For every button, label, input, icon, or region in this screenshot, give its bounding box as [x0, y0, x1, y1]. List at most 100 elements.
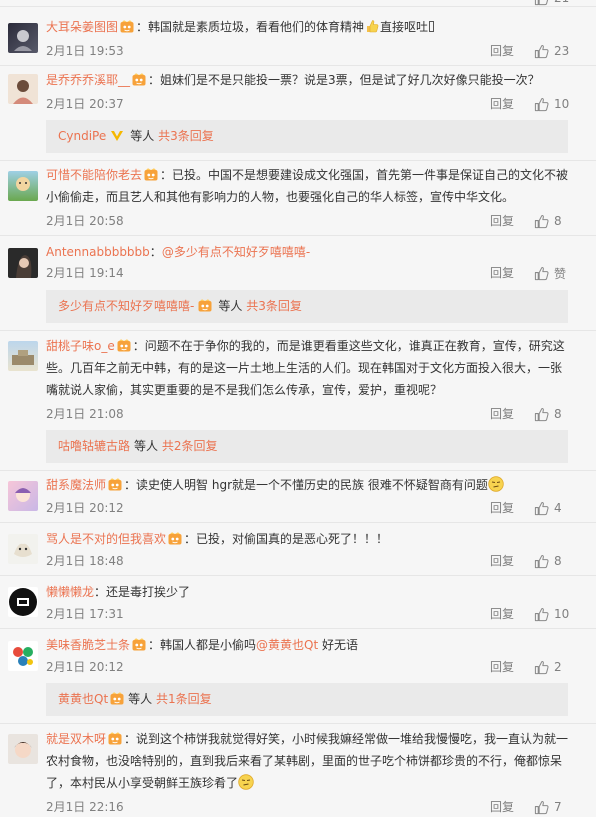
- like-thumb-icon: [534, 800, 549, 815]
- comment-body: 姐妹们是不是只能投一票？说是3票，但是试了好几次好像只能投一次？: [160, 73, 540, 87]
- like-button[interactable]: 4: [534, 500, 562, 516]
- comment-body: 还是毒打挨少了: [106, 585, 191, 599]
- comment-time: 2月1日 21:08: [46, 407, 124, 421]
- like-count: 2: [554, 660, 562, 674]
- colon: ：: [160, 168, 173, 182]
- mention-link[interactable]: @多少有点不知好歹嘻嘻嘻-: [162, 245, 310, 259]
- like-thumb-icon: [534, 660, 549, 675]
- username-link[interactable]: 可惜不能陪你老去: [46, 168, 142, 182]
- divider: [0, 575, 596, 576]
- avatar[interactable]: [8, 534, 38, 564]
- sub-replies-box[interactable]: 黄黄也Qt 等人 共1条回复: [46, 683, 568, 716]
- comment-time: 2月1日 22:16: [46, 800, 124, 814]
- comment-time: 2月1日 20:12: [46, 501, 124, 515]
- sub-replies-box[interactable]: 多少有点不知好歹嘻嘻嘻- 等人 共3条回复: [46, 290, 568, 323]
- sub-reply-username[interactable]: 黄黄也Qt: [58, 692, 108, 706]
- reply-button[interactable]: 回复: [490, 606, 514, 622]
- vip-badge-icon: [110, 692, 124, 705]
- vip-badge-icon: [132, 638, 146, 651]
- colon: ：: [124, 478, 137, 492]
- divider: [0, 723, 596, 724]
- avatar[interactable]: [8, 341, 38, 371]
- comment-body: 读史使人明智 hgr就是一个不懂历史的民族 很难不怀疑智商有问题: [136, 478, 488, 492]
- username-link[interactable]: 甜系魔法师: [46, 478, 106, 492]
- sub-replies-box[interactable]: 咕噜轱辘古路 等人 共2条回复: [46, 430, 568, 463]
- like-button[interactable]: 10: [534, 96, 569, 112]
- colon: ：: [124, 732, 137, 746]
- divider: [0, 160, 596, 161]
- reply-button[interactable]: 回复: [490, 553, 514, 569]
- colon: ：: [148, 73, 161, 87]
- like-thumb-icon: [534, 554, 549, 569]
- avatar[interactable]: [8, 248, 38, 278]
- colon: ：: [149, 245, 162, 259]
- more-replies-link[interactable]: 共1条回复: [156, 692, 212, 706]
- reply-button[interactable]: 回复: [490, 43, 514, 59]
- divider: [0, 235, 596, 236]
- colon: ：: [148, 638, 161, 652]
- like-thumb-icon: [534, 44, 549, 59]
- comment-text: 美味香脆芝士条 ：韩国人都是小偷吗@黄黄也Qt 好无语: [46, 634, 571, 656]
- previous-like-partial[interactable]: 21: [534, 0, 569, 5]
- username-link[interactable]: Antennabbbbbbb: [46, 245, 150, 259]
- reply-button[interactable]: 回复: [490, 406, 514, 422]
- username-link[interactable]: 懒懒懒龙: [46, 585, 94, 599]
- missing-glyph-icon: [429, 21, 435, 32]
- like-button[interactable]: 2: [534, 659, 562, 675]
- like-button[interactable]: 8: [534, 553, 562, 569]
- username-link[interactable]: 骂人是不对的但我喜欢: [46, 532, 166, 546]
- more-replies-link[interactable]: 共3条回复: [158, 129, 214, 143]
- like-button[interactable]: 8: [534, 213, 562, 229]
- comment-text: 可惜不能陪你老去 ：已投。中国不是想要建设成文化强国，首先第一件事是保证自己的文化…: [46, 164, 571, 208]
- avatar[interactable]: [8, 641, 38, 671]
- comment-text: 大耳朵姜图图 ：韩国就是素质垃圾，看看他们的体育精神 直接呕吐: [46, 16, 571, 38]
- like-button[interactable]: 10: [534, 606, 569, 622]
- vip-badge-icon: [108, 478, 122, 491]
- awkward-emoji-icon: [488, 476, 504, 492]
- like-count: 8: [554, 407, 562, 421]
- like-button[interactable]: 赞: [534, 265, 566, 281]
- like-count: 4: [554, 501, 562, 515]
- reply-button[interactable]: 回复: [490, 265, 514, 281]
- vip-badge-icon: [108, 732, 122, 745]
- username-link[interactable]: 大耳朵姜图图: [46, 20, 118, 34]
- sub-replies-box[interactable]: CyndiPe 等人 共3条回复: [46, 120, 568, 153]
- avatar[interactable]: [8, 734, 38, 764]
- avatar[interactable]: [8, 171, 38, 201]
- avatar[interactable]: [8, 481, 38, 511]
- colon: ：: [136, 20, 149, 34]
- username-link[interactable]: 就是双木呀: [46, 732, 106, 746]
- reply-button[interactable]: 回复: [490, 799, 514, 815]
- avatar[interactable]: [8, 23, 38, 53]
- comment-time: 2月1日 18:48: [46, 554, 124, 568]
- username-link[interactable]: 美味香脆芝士条: [46, 638, 130, 652]
- sub-reply-username[interactable]: CyndiPe: [58, 129, 106, 143]
- avatar[interactable]: [8, 74, 38, 104]
- avatar[interactable]: [8, 587, 38, 617]
- like-button[interactable]: 7: [534, 799, 562, 815]
- comment-text: 就是双木呀 ：说到这个柿饼我就觉得好笑，小时候我嫲经常做一堆给我慢慢吃，我一直认为…: [46, 728, 571, 794]
- comment-body: 已投，对偷国真的是恶心死了！！！: [196, 532, 389, 546]
- like-button[interactable]: 8: [534, 406, 562, 422]
- like-thumb-icon: [534, 607, 549, 622]
- sub-reply-suffix: 等人: [134, 439, 159, 453]
- username-link[interactable]: 甜桃子味o_e: [46, 339, 115, 353]
- like-count: 23: [554, 44, 570, 58]
- more-replies-link[interactable]: 共3条回复: [246, 299, 302, 313]
- sub-reply-username[interactable]: 多少有点不知好歹嘻嘻嘻-: [58, 299, 194, 313]
- like-button[interactable]: 23: [534, 43, 569, 59]
- thumbs-up-emoji-icon: [364, 18, 380, 34]
- vip-badge-icon: [198, 299, 212, 312]
- sub-reply-suffix: 等人: [218, 299, 243, 313]
- comment-body-tail: 直接呕吐: [380, 20, 429, 34]
- reply-button[interactable]: 回复: [490, 213, 514, 229]
- reply-button[interactable]: 回复: [490, 500, 514, 516]
- username-link[interactable]: 是乔乔乔溪耶__: [46, 73, 130, 87]
- reply-button[interactable]: 回复: [490, 659, 514, 675]
- comment-time: 2月1日 20:12: [46, 660, 124, 674]
- sub-reply-username[interactable]: 咕噜轱辘古路: [58, 439, 130, 453]
- divider: [0, 65, 596, 66]
- more-replies-link[interactable]: 共2条回复: [162, 439, 218, 453]
- mention-link[interactable]: @黄黄也Qt: [256, 638, 318, 652]
- reply-button[interactable]: 回复: [490, 96, 514, 112]
